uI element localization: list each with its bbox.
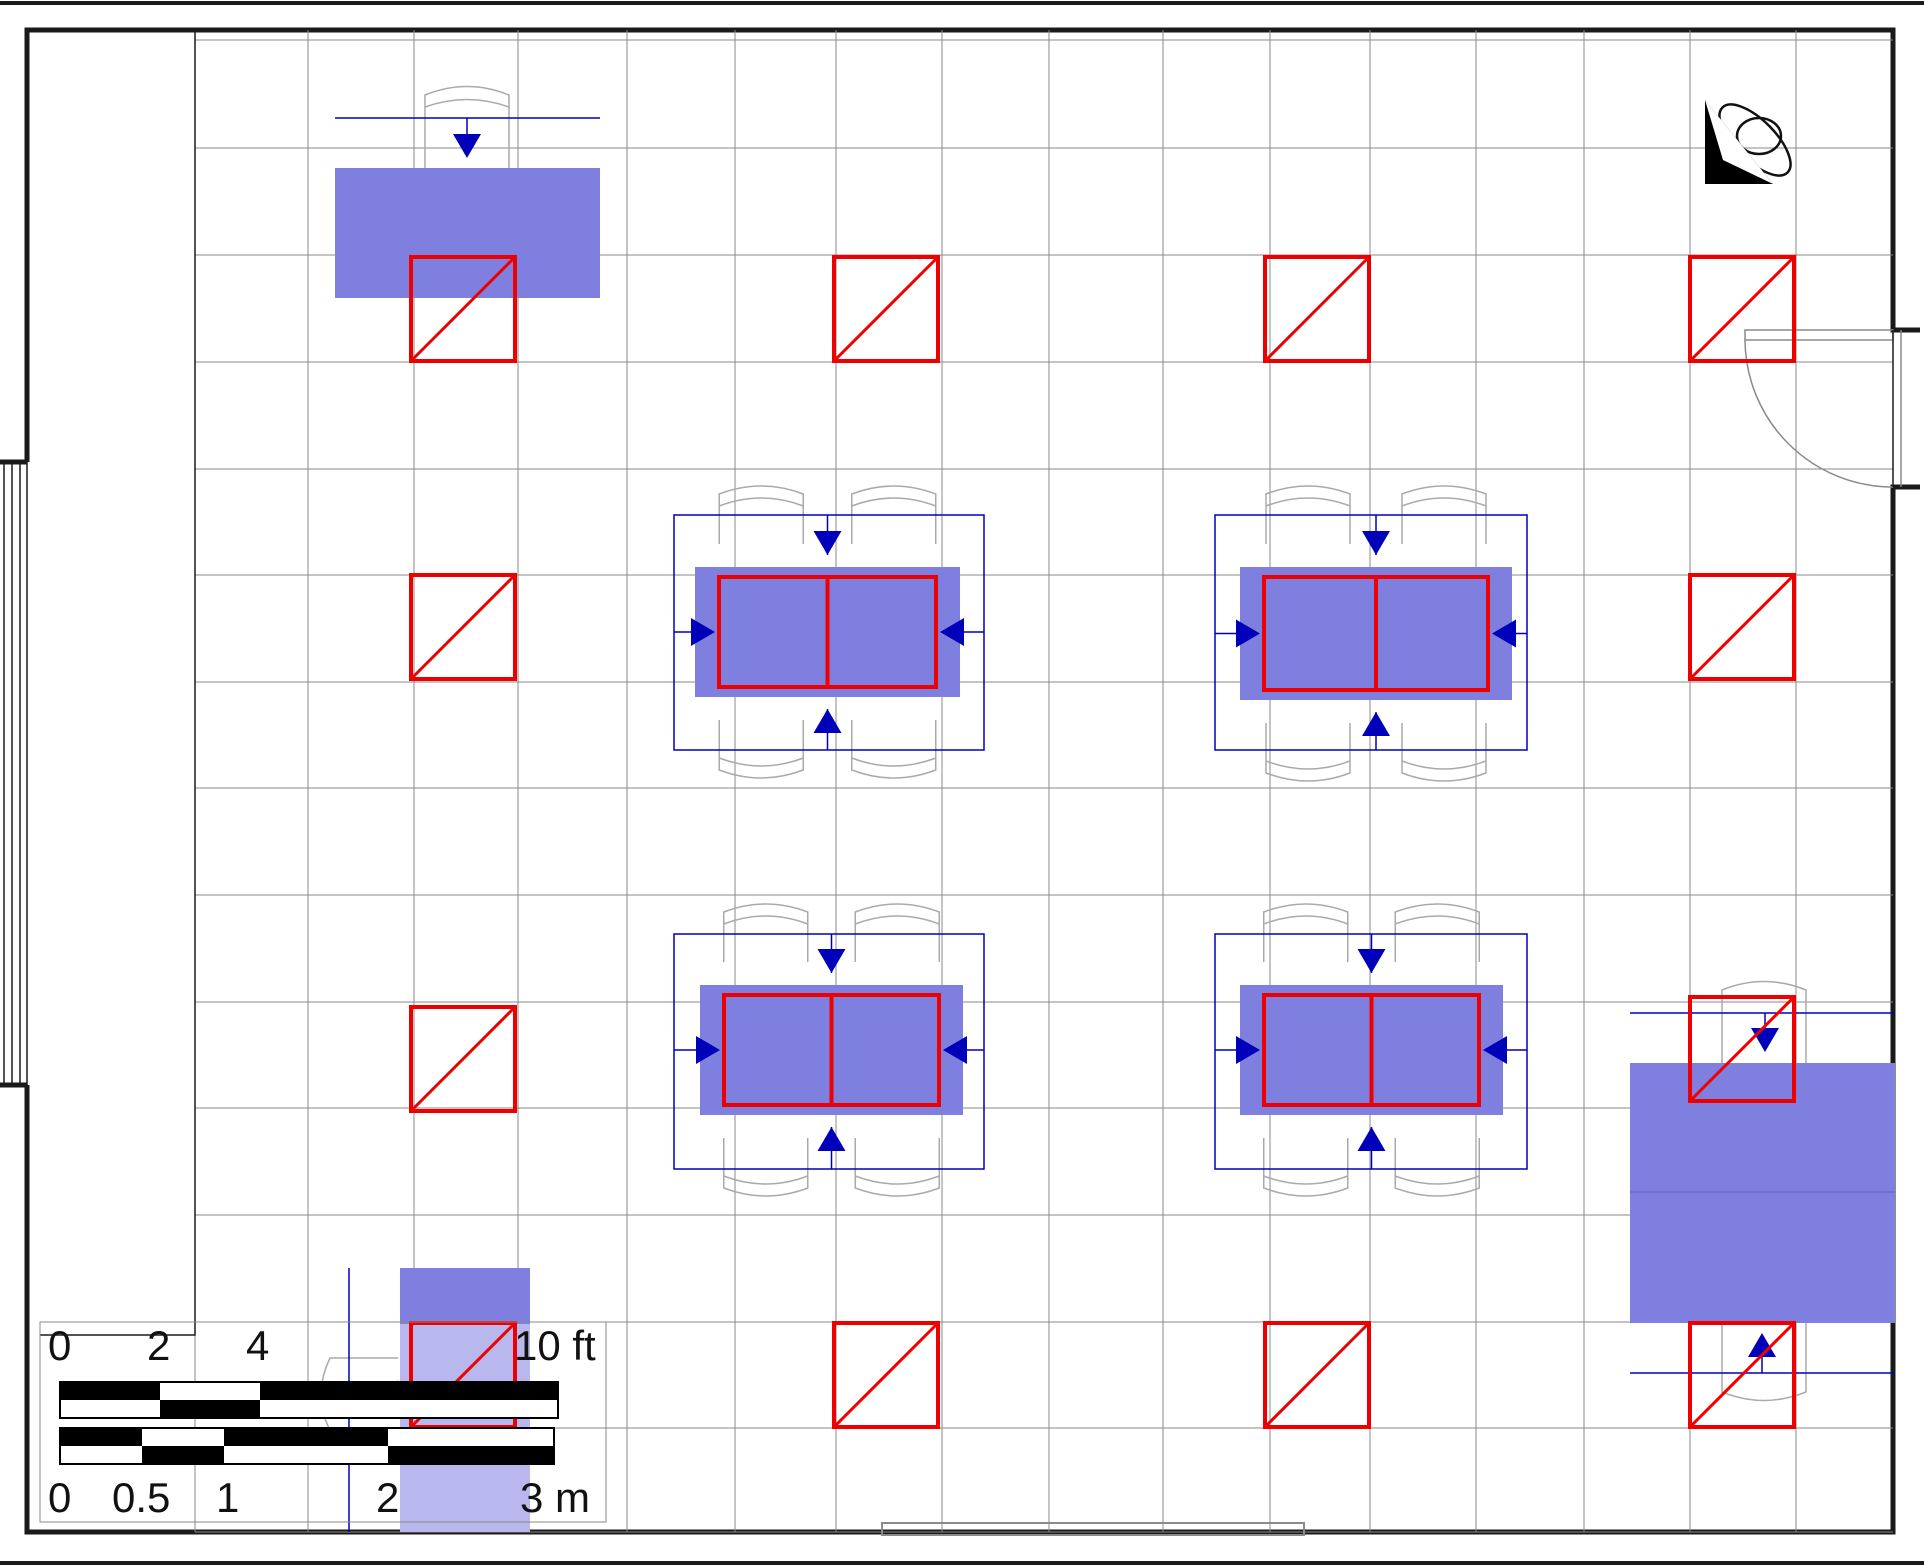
chair-back xyxy=(1401,760,1487,770)
chair-back xyxy=(1401,497,1487,507)
imperial-seg xyxy=(260,1382,558,1400)
metric-label-2: 2 xyxy=(376,1474,399,1521)
arrow-up-icon xyxy=(813,709,842,733)
chair xyxy=(851,720,937,779)
imperial-label-2: 2 xyxy=(147,1322,170,1369)
arrow-down-icon xyxy=(1357,949,1386,973)
chair-back xyxy=(1265,497,1351,507)
metric-label-0: 0 xyxy=(48,1474,71,1521)
arrow-down-icon xyxy=(1362,531,1390,555)
arrow-down-icon xyxy=(453,134,481,158)
metric-seg xyxy=(60,1428,142,1446)
chair-back xyxy=(851,757,937,767)
marker-diagonal xyxy=(1688,1321,1796,1429)
chair-back xyxy=(851,497,937,507)
chair xyxy=(1394,1138,1480,1197)
imperial-seg xyxy=(60,1382,160,1400)
marker-5 xyxy=(409,573,517,681)
inner-wall-bottom xyxy=(24,484,1920,1535)
imperial-label-4: 4 xyxy=(246,1322,269,1369)
chair xyxy=(1401,723,1487,782)
arrow-down-icon xyxy=(1751,1028,1779,1052)
imperial-seg xyxy=(160,1400,260,1418)
chair xyxy=(723,903,809,962)
arrow-up-icon xyxy=(1357,1127,1386,1151)
marker-7 xyxy=(409,1005,517,1113)
markers-layer xyxy=(409,255,1796,1429)
chair xyxy=(718,720,804,779)
inner-wall-top xyxy=(24,27,1920,462)
chair-back xyxy=(1265,760,1351,770)
metric-scale xyxy=(59,1427,555,1465)
metric-seg xyxy=(224,1428,388,1446)
marker-2 xyxy=(832,255,940,363)
marker-6 xyxy=(1688,573,1796,681)
chair-back xyxy=(718,497,804,507)
metric-label-1: 1 xyxy=(216,1474,239,1521)
door-leaf xyxy=(1744,329,1894,341)
marker-diagonal xyxy=(1263,255,1371,363)
arrow-down-icon xyxy=(817,949,846,973)
right-door xyxy=(1744,329,1902,488)
metric-seg xyxy=(142,1446,224,1464)
chair xyxy=(723,1138,809,1197)
desk-top-left xyxy=(335,168,600,298)
marker-3 xyxy=(1263,255,1371,363)
marker-4 xyxy=(1688,255,1796,363)
bottom-left-desk-top xyxy=(400,1268,530,1324)
chair xyxy=(1265,723,1351,782)
chair xyxy=(1263,1138,1349,1197)
marker-diagonal xyxy=(832,1321,940,1429)
compass-icon xyxy=(1705,100,1792,184)
left-window xyxy=(3,462,28,1085)
floor-plan-canvas: 0 2 4 10 ft 0 0.5 1 2 3 m xyxy=(0,1,1924,1565)
chair-back xyxy=(723,915,809,925)
chair-back xyxy=(854,915,940,925)
chair xyxy=(1394,903,1480,962)
marker-diagonal xyxy=(1263,1321,1371,1429)
marker-diagonal xyxy=(409,1005,517,1113)
desk-chair-back xyxy=(424,98,510,108)
arrow-up-icon xyxy=(1362,712,1390,736)
marker-diagonal xyxy=(409,573,517,681)
marker-diagonal xyxy=(832,255,940,363)
chair-back xyxy=(1263,915,1349,925)
arrow-up-icon xyxy=(817,1127,846,1151)
chair-back xyxy=(1394,915,1480,925)
chair xyxy=(854,1138,940,1197)
chair-back xyxy=(718,757,804,767)
metric-label-0-5: 0.5 xyxy=(112,1474,170,1521)
chair xyxy=(1263,903,1349,962)
room-walls xyxy=(0,1,1924,1565)
imperial-label-0: 0 xyxy=(48,1322,71,1369)
imperial-label-10ft: 10 ft xyxy=(514,1322,596,1369)
left-wall-counter xyxy=(40,30,196,1336)
counter-outline xyxy=(40,30,196,1336)
metric-label-3m: 3 m xyxy=(520,1474,590,1521)
chair xyxy=(854,903,940,962)
arrow-down-icon xyxy=(813,531,842,555)
marker-11 xyxy=(1688,1321,1796,1429)
metric-seg xyxy=(388,1446,554,1464)
marker-10 xyxy=(1263,1321,1371,1429)
imperial-scale xyxy=(59,1381,559,1419)
chair-back xyxy=(723,1175,809,1185)
chair-back xyxy=(1263,1175,1349,1185)
marker-diagonal xyxy=(1688,255,1796,363)
marker-9 xyxy=(832,1321,940,1429)
chair-back xyxy=(1394,1175,1480,1185)
floor-plan-diagram: 0 2 4 10 ft 0 0.5 1 2 3 m xyxy=(0,0,1924,1567)
chair-back xyxy=(854,1175,940,1185)
marker-diagonal xyxy=(1688,573,1796,681)
